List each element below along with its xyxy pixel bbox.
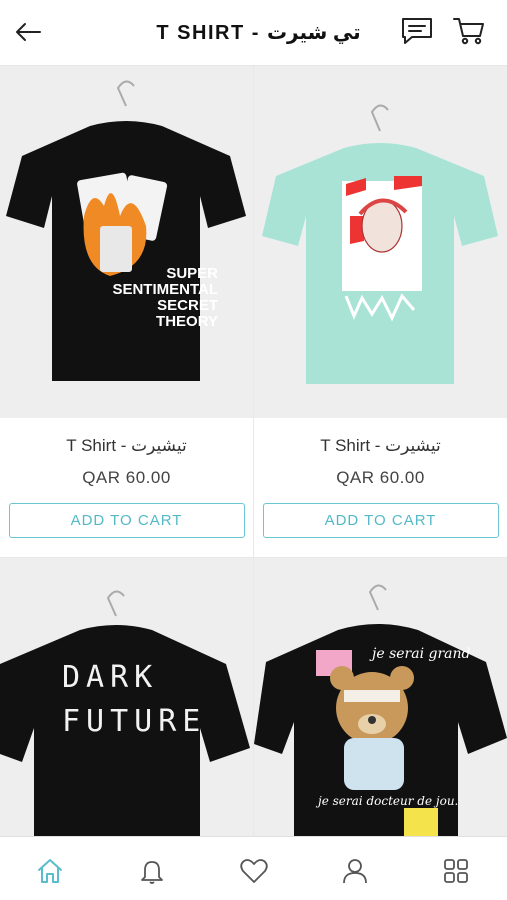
cart-icon[interactable] <box>452 16 486 46</box>
heart-icon[interactable] <box>239 857 269 885</box>
product-card[interactable]: je serai grand je serai docteur de jou. <box>254 558 507 836</box>
print-text: je serai grand <box>372 646 471 662</box>
bottom-nav <box>0 836 507 900</box>
add-to-cart-button[interactable]: ADD TO CART <box>262 503 499 538</box>
product-image[interactable] <box>254 66 507 418</box>
product-image[interactable]: je serai grand je serai docteur de jou. <box>254 558 507 836</box>
user-icon[interactable] <box>340 857 370 885</box>
product-image[interactable]: SUPER SENTIMENTAL SECRET THEORY <box>0 66 253 418</box>
add-to-cart-button[interactable]: ADD TO CART <box>8 503 245 538</box>
product-image[interactable]: DARK FUTURE <box>0 558 253 836</box>
product-name[interactable]: T Shirt - تيشيرت <box>0 436 253 458</box>
product-card[interactable]: SUPER SENTIMENTAL SECRET THEORY T Shirt … <box>0 66 253 538</box>
product-price: QAR 60.00 <box>336 468 425 487</box>
product-grid: SUPER SENTIMENTAL SECRET THEORY T Shirt … <box>0 66 507 836</box>
print-text: SUPER SENTIMENTAL SECRET THEORY <box>112 265 218 330</box>
product-name[interactable]: T Shirt - تيشيرت <box>254 436 507 458</box>
bell-icon[interactable] <box>137 857 167 885</box>
app-header: T SHIRT - تي شيرت <box>0 0 507 66</box>
grid-icon[interactable] <box>441 857 471 885</box>
product-price: QAR 60.00 <box>82 468 171 487</box>
home-icon[interactable] <box>35 857 65 885</box>
chat-icon[interactable] <box>400 16 434 46</box>
print-text: DARK FUTURE <box>62 660 207 739</box>
product-card[interactable]: DARK FUTURE <box>0 558 253 836</box>
print-text: je serai docteur de jou. <box>318 794 459 808</box>
product-card[interactable]: T Shirt - تيشيرت QAR 60.00 ADD TO CART <box>254 66 507 538</box>
